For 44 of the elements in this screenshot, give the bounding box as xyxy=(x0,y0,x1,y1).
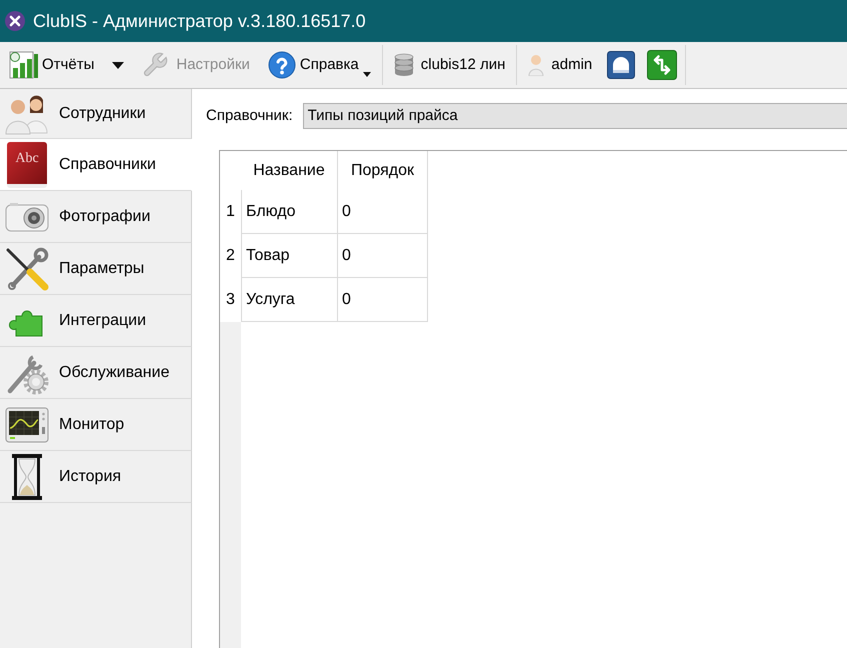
camera-icon xyxy=(5,202,49,232)
sidebar-item[interactable]: Монитор xyxy=(0,399,192,451)
sidebar-item[interactable]: История xyxy=(0,451,192,503)
wrench-and-screwdriver-icon xyxy=(5,246,49,290)
row-number: 3 xyxy=(225,290,236,310)
wrench-icon xyxy=(141,51,170,79)
swap-arrows-icon xyxy=(647,50,678,80)
table-cell: Товар xyxy=(241,234,338,278)
people-icon xyxy=(5,92,49,134)
row-number: 2 xyxy=(225,246,236,266)
swap-button[interactable] xyxy=(647,50,678,80)
database-icon xyxy=(394,53,414,77)
table-cell: 0 xyxy=(338,234,428,278)
sidebar-item[interactable]: Параметры xyxy=(0,243,192,295)
lock-button[interactable] xyxy=(607,51,636,79)
column-header[interactable]: Порядок xyxy=(338,151,428,190)
window-title: ClubIS - Администратор v.3.180.16517.0 xyxy=(33,10,366,33)
cover-text: Abc xyxy=(15,152,39,166)
user-icon xyxy=(528,54,544,76)
caret-down-icon xyxy=(112,62,124,68)
lock-icon xyxy=(607,51,636,79)
monitor-icon xyxy=(5,406,49,442)
crossed-tools-icon xyxy=(5,11,25,31)
dictionary-label: Справочник: xyxy=(206,106,293,126)
help-icon xyxy=(268,51,296,79)
database-button[interactable]: clubis12 лин xyxy=(390,47,508,83)
sidebar-item[interactable]: Фотографии xyxy=(0,191,192,243)
bar-chart-document-icon xyxy=(9,51,39,79)
table-cell: Блюдо xyxy=(241,190,338,234)
user-button[interactable]: admin xyxy=(525,47,596,83)
help-button[interactable]: Справка xyxy=(264,47,374,83)
reports-button[interactable]: Отчёты xyxy=(7,47,96,83)
table-cell: 0 xyxy=(338,278,428,322)
sidebar-item[interactable]: Сотрудники xyxy=(0,89,192,139)
caret-down-icon xyxy=(362,72,371,77)
sidebar-item[interactable]: Abc Справочники xyxy=(0,139,192,191)
row-number: 1 xyxy=(225,202,236,222)
column-header[interactable]: Название xyxy=(241,151,338,190)
table-cell: 0 xyxy=(338,190,428,234)
sidebar-item[interactable]: Обслуживание xyxy=(0,347,192,399)
dictionary-select[interactable]: Типы позиций прайса xyxy=(302,103,847,129)
table-cell: Услуга xyxy=(241,278,338,322)
sidebar-item[interactable]: Интеграции xyxy=(0,295,192,347)
hourglass-icon xyxy=(12,454,42,500)
